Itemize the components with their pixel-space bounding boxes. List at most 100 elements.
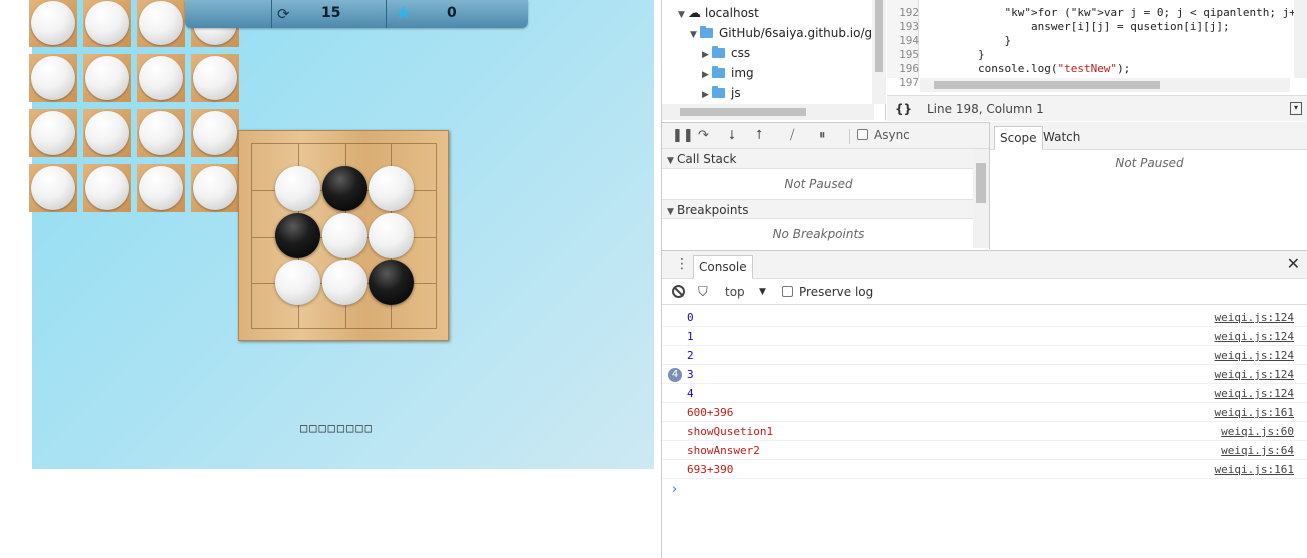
white-stone[interactable] [139, 1, 183, 45]
source-link[interactable]: weiqi.js:124 [1215, 327, 1294, 346]
source-link[interactable]: weiqi.js:64 [1221, 441, 1294, 460]
step-over-icon[interactable]: ↷ [698, 128, 709, 144]
tray-tile[interactable] [83, 54, 131, 102]
editor-vertical-scrollbar[interactable] [1294, 0, 1307, 78]
tree-item[interactable]: ▶ img [702, 63, 754, 83]
tray-tile[interactable] [137, 54, 185, 102]
tray-tile[interactable] [137, 0, 185, 47]
code-line[interactable]: console.log("testNew"); [925, 62, 1130, 75]
tab-watch[interactable]: Watch [1038, 126, 1085, 150]
white-stone[interactable] [85, 111, 129, 155]
call-stack-header[interactable]: ▼ Call Stack [662, 149, 975, 169]
line-number: 194 [899, 34, 919, 47]
navigator-horizontal-scrollbar[interactable] [662, 104, 874, 120]
more-menu-icon[interactable]: ⋮ [675, 256, 689, 272]
tray-tile[interactable] [191, 109, 239, 157]
tray-tile[interactable] [83, 0, 131, 47]
tree-item[interactable]: ▶ js [702, 83, 741, 103]
white-stone[interactable] [31, 166, 75, 210]
filter-icon[interactable]: ⛉ [698, 280, 708, 305]
pause-icon[interactable]: ❚❚ [672, 128, 694, 144]
async-toggle[interactable]: Async [857, 128, 910, 142]
repeat-count-badge: 4 [668, 368, 682, 382]
source-link[interactable]: weiqi.js:124 [1215, 308, 1294, 327]
tray-tile[interactable] [29, 164, 77, 212]
sidebar-vertical-scrollbar[interactable] [973, 149, 989, 248]
collapse-triangle-icon[interactable]: ▶ [702, 65, 712, 85]
step-out-icon[interactable]: ⭡ [756, 128, 762, 144]
code-line[interactable]: } [925, 34, 1011, 47]
white-stone[interactable] [85, 166, 129, 210]
chevron-down-icon[interactable]: ▼ [759, 280, 766, 305]
scope-tabs: Scope Watch [990, 122, 1307, 150]
deactivate-breakpoints-icon[interactable]: ⧸ [790, 128, 794, 144]
go-board[interactable] [238, 130, 449, 341]
tab-console[interactable]: Console [693, 255, 753, 279]
white-stone[interactable] [275, 166, 320, 211]
code-line[interactable]: } [925, 48, 985, 61]
toggle-panel-icon[interactable]: ▾ [1290, 102, 1302, 115]
context-selector[interactable]: top [725, 280, 745, 305]
clear-console-icon[interactable] [672, 285, 685, 298]
collapse-triangle-icon[interactable]: ▶ [702, 45, 712, 65]
white-stone[interactable] [85, 56, 129, 100]
white-stone[interactable] [139, 56, 183, 100]
white-stone[interactable] [322, 260, 367, 305]
black-stone[interactable] [369, 260, 414, 305]
white-stone[interactable] [31, 1, 75, 45]
white-stone[interactable] [369, 213, 414, 258]
tray-tile[interactable] [83, 164, 131, 212]
tray-tile[interactable] [29, 109, 77, 157]
white-stone[interactable] [193, 56, 237, 100]
source-link[interactable]: weiqi.js:124 [1215, 384, 1294, 403]
async-checkbox[interactable] [857, 129, 868, 140]
tree-item-label: js [731, 86, 741, 100]
code-line[interactable]: answer[i][j] = qusetion[i][j]; [925, 20, 1230, 33]
console-prompt[interactable]: › [672, 482, 677, 498]
tray-tile[interactable] [137, 109, 185, 157]
white-stone[interactable] [193, 166, 237, 210]
editor-horizontal-scrollbar[interactable] [920, 78, 1290, 92]
pretty-print-button[interactable]: {} [895, 96, 912, 122]
tree-item[interactable]: ▶ css [702, 43, 750, 63]
white-stone[interactable] [275, 260, 320, 305]
white-stone[interactable] [139, 166, 183, 210]
source-link[interactable]: weiqi.js:161 [1215, 460, 1294, 479]
source-link[interactable]: weiqi.js:60 [1221, 422, 1294, 441]
white-stone[interactable] [31, 56, 75, 100]
source-link[interactable]: weiqi.js:161 [1215, 403, 1294, 422]
white-stone[interactable] [31, 111, 75, 155]
expand-triangle-icon[interactable]: ▼ [690, 25, 700, 45]
close-icon[interactable]: ✕ [1287, 255, 1300, 273]
tray-tile[interactable] [137, 164, 185, 212]
black-stone[interactable] [322, 166, 367, 211]
collapse-triangle-icon[interactable]: ▶ [702, 85, 712, 105]
source-link[interactable]: weiqi.js:124 [1215, 365, 1294, 384]
tree-item[interactable]: ▼ GitHub/6saiya.github.io/gar [690, 23, 884, 43]
expand-triangle-icon[interactable]: ▼ [678, 5, 688, 25]
tree-item-label: img [731, 66, 754, 80]
navigator-vertical-scrollbar[interactable] [872, 0, 886, 104]
source-link[interactable]: weiqi.js:124 [1215, 346, 1294, 365]
tray-tile[interactable] [191, 164, 239, 212]
pause-on-exceptions-icon[interactable]: ⏸ [819, 128, 826, 144]
breakpoints-header[interactable]: ▼ Breakpoints [662, 199, 975, 219]
white-stone[interactable] [322, 213, 367, 258]
preserve-log-checkbox[interactable] [782, 286, 793, 297]
tray-tile[interactable] [29, 0, 77, 47]
tray-tile[interactable] [29, 54, 77, 102]
white-stone[interactable] [193, 111, 237, 155]
white-stone[interactable] [85, 1, 129, 45]
preserve-log-toggle[interactable]: Preserve log [782, 280, 873, 305]
console-message: showAnswer2 weiqi.js:64 [662, 441, 1307, 460]
code-editor[interactable]: 192 "kw">for ("kw">var j = 0; j < qipanl… [887, 0, 1307, 95]
tab-scope[interactable]: Scope [994, 126, 1043, 150]
code-line[interactable]: "kw">for ("kw">var j = 0; j < qipanlenth… [925, 6, 1307, 19]
black-stone[interactable] [275, 213, 320, 258]
step-into-icon[interactable]: ⭣ [729, 128, 735, 144]
white-stone[interactable] [369, 166, 414, 211]
tray-tile[interactable] [191, 54, 239, 102]
tree-item[interactable]: ▼ ☁ localhost [678, 3, 759, 23]
tray-tile[interactable] [83, 109, 131, 157]
white-stone[interactable] [139, 111, 183, 155]
